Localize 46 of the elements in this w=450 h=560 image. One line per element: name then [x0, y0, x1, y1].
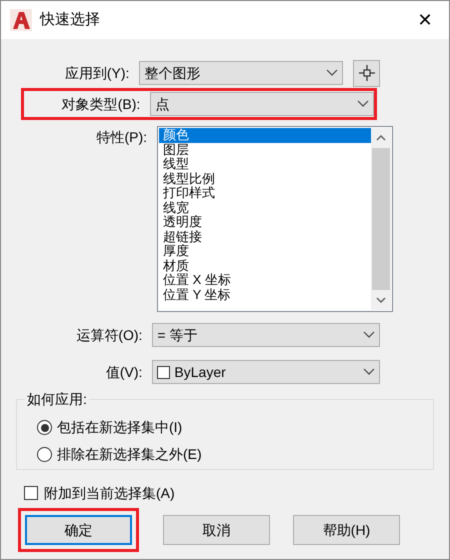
- app-logo-icon: [10, 9, 32, 31]
- crosshair-icon: [358, 64, 376, 82]
- dropdown[interactable]: ByLayer: [152, 360, 380, 384]
- list-item[interactable]: 线型: [159, 157, 371, 172]
- chevron-down-icon: [363, 331, 375, 339]
- list-item[interactable]: 颜色: [159, 128, 371, 142]
- dialog-button[interactable]: 帮助(H): [293, 515, 400, 545]
- scroll-down-icon: [376, 297, 386, 303]
- list-item[interactable]: 位置 Y 坐标: [159, 288, 371, 302]
- field-label: 应用到(Y):: [64, 64, 130, 83]
- radio-button[interactable]: [37, 420, 52, 435]
- select-objects-button[interactable]: [353, 60, 380, 86]
- checkbox-label: 附加到当前选择集(A): [44, 484, 175, 503]
- dropdown-value: 整个图形: [144, 64, 202, 82]
- radio-label: 包括在新选择集中(I): [57, 418, 182, 437]
- dialog-button[interactable]: 取消: [163, 515, 270, 545]
- window-title: 快速选择: [40, 10, 101, 30]
- field-label: 运算符(O):: [75, 326, 144, 345]
- checkbox[interactable]: [24, 486, 38, 500]
- radio-button[interactable]: [37, 447, 52, 462]
- list-item[interactable]: 打印样式: [159, 186, 371, 200]
- dialog-button[interactable]: 确定: [25, 515, 132, 545]
- dropdown-value: 点: [155, 94, 170, 114]
- dropdown-value: ByLayer: [174, 362, 227, 382]
- list-item[interactable]: 位置 X 坐标: [159, 273, 371, 288]
- list-item[interactable]: 材质: [159, 258, 371, 273]
- scroll-up-icon: [376, 135, 386, 141]
- list-item[interactable]: 图层: [159, 142, 371, 157]
- chevron-down-icon: [363, 368, 375, 376]
- dropdown[interactable]: = 等于: [152, 323, 380, 347]
- field-label: 对象类型(B):: [60, 94, 142, 114]
- list-item[interactable]: 线宽: [159, 200, 371, 215]
- list-item[interactable]: 透明度: [159, 215, 371, 230]
- radio-label: 排除在新选择集之外(E): [57, 445, 202, 464]
- chevron-down-icon: [326, 69, 338, 77]
- field-label: 值(V):: [104, 362, 144, 382]
- dropdown[interactable]: 点: [150, 92, 374, 116]
- close-button[interactable]: ✕: [410, 6, 440, 34]
- dropdown[interactable]: 整个图形: [139, 61, 344, 85]
- list-item[interactable]: 线型比例: [159, 172, 371, 186]
- chevron-down-icon: [357, 100, 369, 108]
- dropdown-value: = 等于: [157, 326, 198, 344]
- list-item[interactable]: 厚度: [159, 244, 371, 258]
- field-label: 特性(P):: [95, 128, 148, 147]
- scrollbar[interactable]: [371, 128, 391, 310]
- list-item[interactable]: 超链接: [159, 230, 371, 244]
